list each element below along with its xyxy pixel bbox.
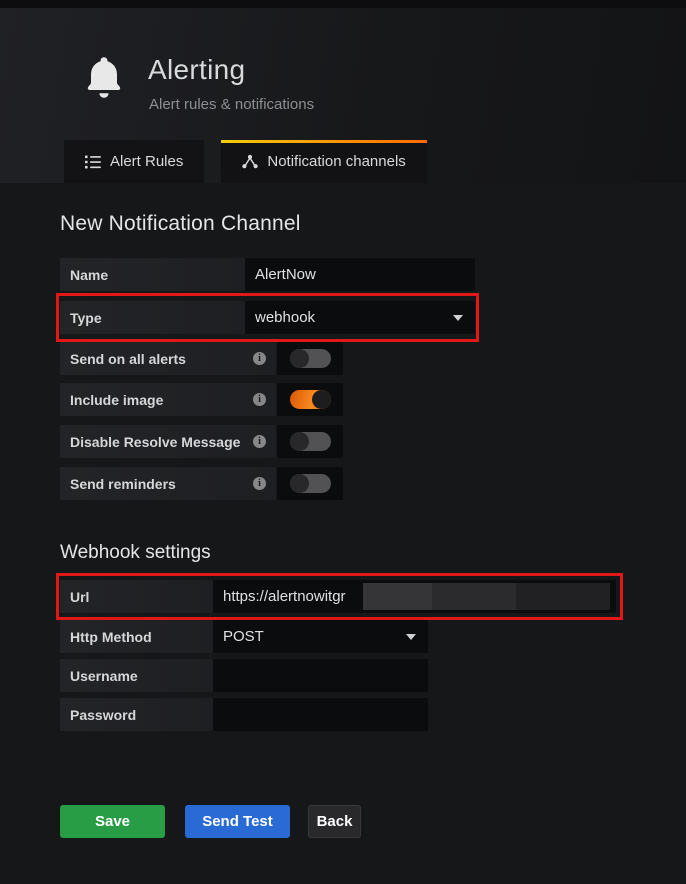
back-button[interactable]: Back [308,805,361,838]
type-label: Type [60,301,245,334]
name-label: Name [60,258,245,291]
tab-label: Notification channels [267,153,405,170]
webhook-settings-title: Webhook settings [60,542,211,564]
http-method-select[interactable]: POST [213,620,428,653]
page-title: Alerting [148,54,245,86]
toggle-row-include-image: Include image i [60,383,343,416]
toggle-row-disable-resolve-message: Disable Resolve Message i [60,425,343,458]
info-icon[interactable]: i [253,435,266,448]
type-row: Type webhook [60,301,475,334]
name-input[interactable]: AlertNow [245,258,475,291]
type-value: webhook [255,309,315,326]
send-test-button[interactable]: Send Test [185,805,290,838]
alerting-settings-screen: Alerting Alert rules & notifications Ale… [0,0,686,884]
send-on-all-alerts-toggle[interactable] [290,349,331,368]
info-icon[interactable]: i [253,352,266,365]
username-label: Username [60,659,213,692]
type-select[interactable]: webhook [245,301,475,334]
http-method-value: POST [223,628,264,645]
username-input[interactable] [213,659,428,692]
top-strip [0,0,686,8]
include-image-toggle[interactable] [290,390,331,409]
toggle-label: Disable Resolve Message [70,434,240,450]
tab-label: Alert Rules [110,153,183,170]
tab-bar: Alert Rules Notification channels [64,140,427,183]
url-redaction-mask [363,583,610,610]
chevron-down-icon [453,315,463,321]
url-row: Url https://alertnowitgr [60,580,616,613]
password-label: Password [60,698,213,731]
page-header: Alerting Alert rules & notifications Ale… [0,8,686,183]
chevron-down-icon [406,634,416,640]
password-row: Password [60,698,428,731]
disable-resolve-message-toggle[interactable] [290,432,331,451]
content: New Notification Channel Name AlertNow T… [0,183,686,884]
http-method-label: Http Method [60,620,213,653]
http-method-row: Http Method POST [60,620,428,653]
list-icon [85,155,101,169]
page-subtitle: Alert rules & notifications [149,96,314,113]
save-button[interactable]: Save [60,805,165,838]
info-icon[interactable]: i [253,477,266,490]
form-title: New Notification Channel [60,212,301,236]
bell-icon [80,46,128,110]
toggle-row-send-reminders: Send reminders i [60,467,343,500]
name-row: Name AlertNow [60,258,475,291]
send-reminders-toggle[interactable] [290,474,331,493]
toggle-row-send-on-all-alerts: Send on all alerts i [60,342,343,375]
tab-alert-rules[interactable]: Alert Rules [64,140,204,183]
toggle-label: Send on all alerts [70,351,186,367]
url-label: Url [60,580,213,613]
toggle-label: Send reminders [70,476,176,492]
share-icon [242,154,258,169]
url-input[interactable]: https://alertnowitgr [213,580,616,613]
url-value: https://alertnowitgr [223,588,346,605]
tab-notification-channels[interactable]: Notification channels [221,140,426,183]
password-input[interactable] [213,698,428,731]
username-row: Username [60,659,428,692]
toggle-label: Include image [70,392,163,408]
info-icon[interactable]: i [253,393,266,406]
